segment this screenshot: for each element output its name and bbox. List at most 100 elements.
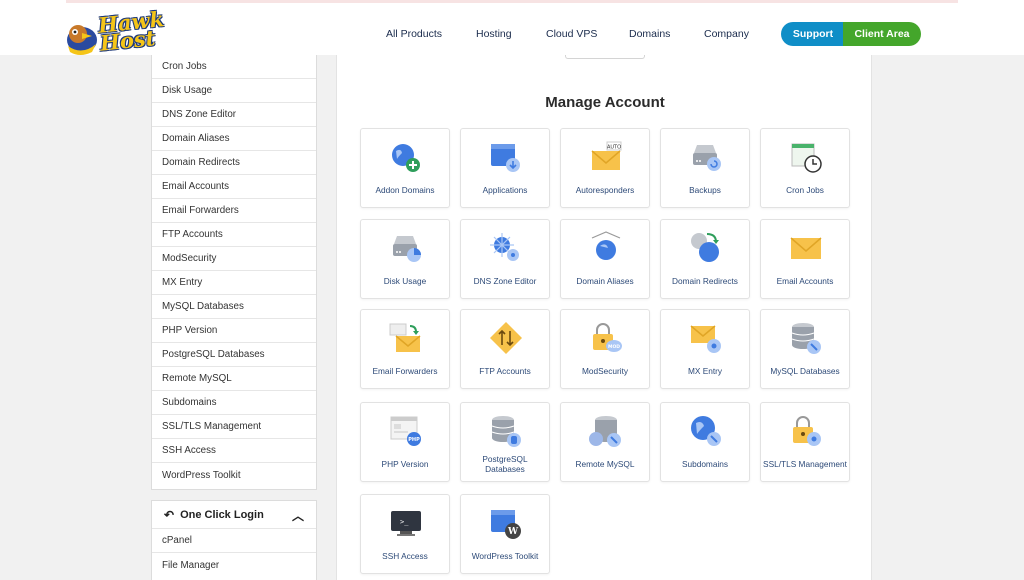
php-version-icon: PHP — [390, 416, 421, 446]
hawk-mascot-icon — [67, 25, 97, 55]
tile-domain-redirects[interactable]: Domain Redirects — [660, 219, 750, 299]
tile-label: SSH Access — [382, 551, 428, 561]
logo-text: Hawk Host — [96, 6, 166, 56]
modsecurity-icon: MOD — [593, 323, 622, 352]
sidebar-item-ssh-access[interactable]: SSH Access — [152, 439, 316, 463]
one-click-login-header[interactable]: ↶ One Click Login ︿ — [152, 501, 316, 529]
tile-label: WordPress Toolkit — [471, 551, 539, 561]
svg-text:PHP: PHP — [408, 437, 420, 443]
tile-php-version[interactable]: PHP PHP Version — [360, 402, 450, 482]
remote-mysql-icon — [589, 416, 621, 447]
tile-ftp-accounts[interactable]: FTP Accounts — [460, 309, 550, 389]
sidebar-item-domain-aliases[interactable]: Domain Aliases — [152, 127, 316, 151]
tile-backups[interactable]: Backups — [660, 128, 750, 208]
undo-arrow-icon: ↶ — [164, 507, 175, 522]
tile-autoresponders[interactable]: AUTO Autoresponders — [560, 128, 650, 208]
sidebar: Cron Jobs Disk Usage DNS Zone Editor Domain… — [151, 55, 317, 490]
tile-email-forwarders[interactable]: Email Forwarders — [360, 309, 450, 389]
tile-postgresql-databases[interactable]: PostgreSQL Databases — [460, 402, 550, 482]
tile-label: PostgreSQL Databases — [482, 454, 528, 474]
ftp-accounts-icon — [490, 322, 522, 354]
one-click-item-file-manager[interactable]: File Manager — [152, 553, 316, 577]
tile-email-accounts[interactable]: Email Accounts — [760, 219, 850, 299]
tile-label: Applications — [482, 185, 528, 195]
tile-label: Autoresponders — [575, 185, 635, 195]
nav-domains[interactable]: Domains — [629, 28, 670, 40]
one-click-login-panel: ↶ One Click Login ︿ cPanel File Manager — [151, 500, 317, 580]
tile-label: Cron Jobs — [786, 185, 824, 195]
autoresponders-icon: AUTO — [591, 141, 622, 170]
sidebar-item-ssl-tls-management[interactable]: SSL/TLS Management — [152, 415, 316, 439]
one-click-item-cpanel[interactable]: cPanel — [152, 529, 316, 553]
email-accounts-icon — [790, 237, 822, 259]
sidebar-item-php-version[interactable]: PHP Version — [152, 319, 316, 343]
tile-label: Email Forwarders — [372, 366, 438, 376]
tile-label: Backups — [689, 185, 721, 195]
tile-label: Email Accounts — [776, 276, 834, 286]
dns-zone-editor-icon — [490, 233, 519, 261]
sidebar-item-subdomains[interactable]: Subdomains — [152, 391, 316, 415]
tile-cron-jobs[interactable]: Cron Jobs — [760, 128, 850, 208]
sidebar-item-postgresql-databases[interactable]: PostgreSQL Databases — [152, 343, 316, 367]
site-header: Hawk Host All Products Hosting Cloud VPS… — [0, 6, 1024, 56]
sidebar-item-dns-zone-editor[interactable]: DNS Zone Editor — [152, 103, 316, 127]
sidebar-item-cron-jobs[interactable]: Cron Jobs — [152, 55, 316, 79]
tile-addon-domains[interactable]: Addon Domains — [360, 128, 450, 208]
nav-all-products[interactable]: All Products — [386, 28, 442, 40]
disk-usage-icon — [393, 236, 421, 262]
tile-ssh-access[interactable]: >_ SSH Access — [360, 494, 450, 574]
svg-text:>_: >_ — [400, 518, 409, 526]
sidebar-item-disk-usage[interactable]: Disk Usage — [152, 79, 316, 103]
chevron-up-icon[interactable]: ︿ — [292, 507, 304, 524]
sidebar-item-wordpress-toolkit[interactable]: WordPress Toolkit — [152, 463, 316, 487]
one-click-login-title: One Click Login — [180, 508, 264, 521]
tile-wordpress-toolkit[interactable]: W WordPress Toolkit — [460, 494, 550, 574]
tile-remote-mysql[interactable]: Remote MySQL — [560, 402, 650, 482]
nav-cloud-vps[interactable]: Cloud VPS — [546, 28, 597, 40]
tile-label: Remote MySQL — [575, 459, 635, 469]
wordpress-toolkit-icon: W — [491, 510, 521, 539]
page-title: Manage Account — [545, 94, 665, 111]
sidebar-item-ftp-accounts[interactable]: FTP Accounts — [152, 223, 316, 247]
sidebar-item-modsecurity[interactable]: ModSecurity — [152, 247, 316, 271]
nav-hosting[interactable]: Hosting — [476, 28, 512, 40]
sidebar-item-domain-redirects[interactable]: Domain Redirects — [152, 151, 316, 175]
tile-disk-usage[interactable]: Disk Usage — [360, 219, 450, 299]
sidebar-item-email-accounts[interactable]: Email Accounts — [152, 175, 316, 199]
sidebar-item-mysql-databases[interactable]: MySQL Databases — [152, 295, 316, 319]
tile-label: Disk Usage — [383, 276, 427, 286]
tile-modsecurity[interactable]: MOD ModSecurity — [560, 309, 650, 389]
postgresql-databases-icon — [491, 416, 521, 447]
svg-text:W: W — [507, 527, 519, 537]
collapsed-tab-stub — [565, 55, 645, 59]
tile-label: ModSecurity — [581, 366, 629, 376]
tile-label: DNS Zone Editor — [473, 276, 537, 286]
tile-mysql-databases[interactable]: MySQL Databases — [760, 309, 850, 389]
nav-company[interactable]: Company — [704, 28, 749, 40]
tile-label: Domain Aliases — [576, 276, 634, 286]
client-area-button[interactable]: Client Area — [843, 22, 921, 46]
ssl-tls-management-icon — [793, 416, 821, 446]
addon-domains-icon — [392, 144, 420, 172]
sidebar-item-remote-mysql[interactable]: Remote MySQL — [152, 367, 316, 391]
svg-text:MOD: MOD — [608, 344, 620, 350]
domain-redirects-icon — [691, 233, 719, 262]
tile-subdomains[interactable]: Subdomains — [660, 402, 750, 482]
tile-ssl-tls-management[interactable]: SSL/TLS Management — [760, 402, 850, 482]
sidebar-item-mx-entry[interactable]: MX Entry — [152, 271, 316, 295]
support-button[interactable]: Support — [781, 22, 845, 46]
tile-label: Domain Redirects — [672, 276, 738, 286]
tile-mx-entry[interactable]: MX Entry — [660, 309, 750, 389]
backups-icon — [693, 145, 721, 171]
mx-entry-icon — [690, 325, 721, 353]
tile-label: Subdomains — [681, 459, 729, 469]
hawk-host-logo[interactable]: Hawk Host — [62, 6, 172, 56]
tile-domain-aliases[interactable]: Domain Aliases — [560, 219, 650, 299]
svg-text:AUTO: AUTO — [607, 145, 621, 151]
mysql-databases-icon — [791, 323, 821, 354]
tile-applications[interactable]: Applications — [460, 128, 550, 208]
sidebar-item-email-forwarders[interactable]: Email Forwarders — [152, 199, 316, 223]
tile-dns-zone-editor[interactable]: DNS Zone Editor — [460, 219, 550, 299]
tile-label: FTP Accounts — [479, 366, 531, 376]
main-panel: Manage Account Addon Domains Applications… — [336, 55, 872, 580]
